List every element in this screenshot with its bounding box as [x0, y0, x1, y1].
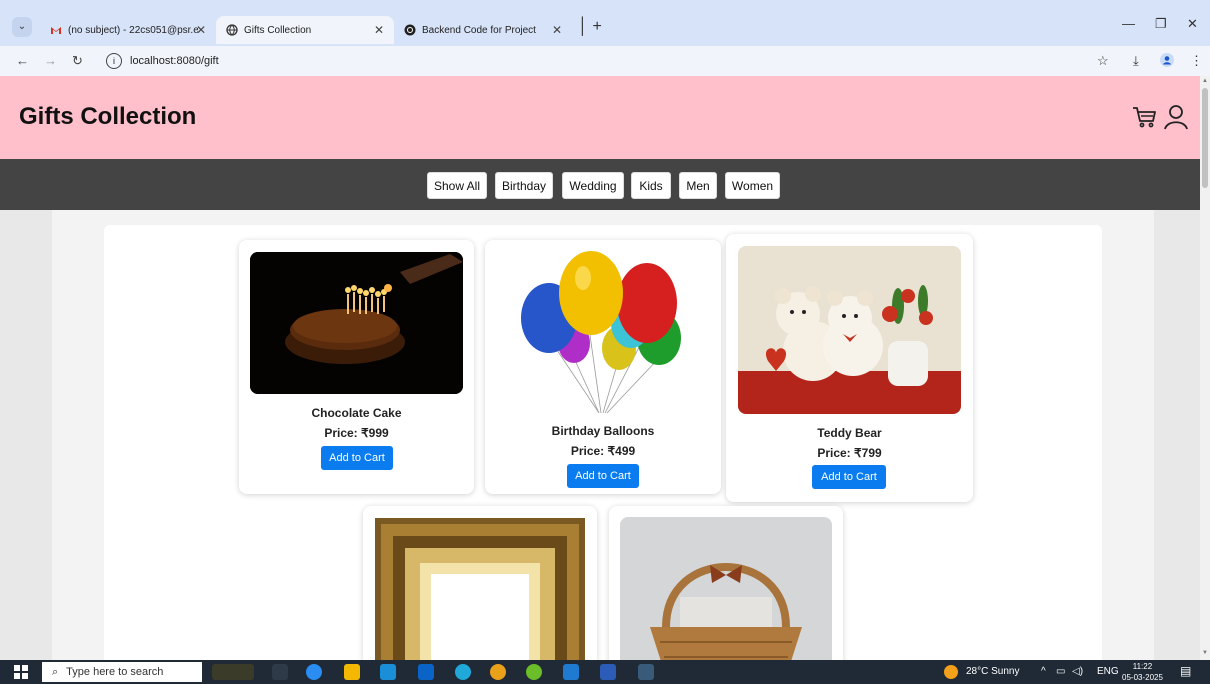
close-tab-icon[interactable]: ✕: [552, 23, 562, 37]
product-card: Birthday Balloons Price: ₹499 Add to Car…: [485, 240, 721, 494]
vscode-icon[interactable]: [563, 664, 579, 680]
product-name: Birthday Balloons: [551, 424, 655, 438]
new-tab-button[interactable]: │ +: [578, 18, 602, 36]
tray-chevron-icon[interactable]: ^: [1041, 666, 1046, 677]
category-women-button[interactable]: Women: [725, 172, 780, 199]
network-icon[interactable]: ▭: [1056, 666, 1065, 677]
teddy-bear-image: [738, 246, 961, 414]
product-card: Teddy Bear Price: ₹799 Add to Cart: [726, 234, 973, 502]
gmail-icon: [50, 24, 62, 36]
outlook-icon[interactable]: [418, 664, 434, 680]
category-birthday-button[interactable]: Birthday: [495, 172, 553, 199]
scroll-down-icon[interactable]: ▼: [1202, 650, 1208, 656]
forward-arrow-icon[interactable]: →: [44, 53, 57, 68]
back-arrow-icon[interactable]: ←: [16, 53, 29, 68]
close-tab-icon[interactable]: ✕: [374, 23, 384, 37]
globe-icon: [226, 24, 238, 36]
category-bar: Show All Birthday Wedding Kids Men Women: [0, 159, 1200, 210]
search-placeholder: Type here to search: [66, 666, 164, 678]
taskbar-search-box[interactable]: ⌕ Type here to search: [42, 662, 202, 682]
add-to-cart-button[interactable]: Add to Cart: [567, 464, 639, 488]
chocolate-cake-image: [250, 252, 463, 394]
product-price: Price: ₹499: [570, 444, 636, 458]
clock-date: 05-03-2025: [1122, 673, 1163, 682]
edge-icon[interactable]: [455, 664, 471, 680]
page-scrollbar[interactable]: ▲ ▼: [1200, 76, 1210, 660]
close-window-icon[interactable]: ✕: [1187, 16, 1198, 32]
site-info-icon[interactable]: i: [106, 53, 122, 69]
scrollbar-thumb[interactable]: [1202, 88, 1208, 188]
download-icon[interactable]: ⤓: [1133, 53, 1139, 69]
address-bar[interactable]: i localhost:8080/gift: [98, 49, 1098, 73]
add-to-cart-button[interactable]: Add to Cart: [321, 446, 393, 470]
restore-icon[interactable]: ❐: [1155, 16, 1167, 32]
product-price: Price: ₹999: [324, 426, 389, 440]
minimize-icon[interactable]: —: [1122, 16, 1135, 31]
chatgpt-icon: [404, 24, 416, 36]
tab-gifts-collection[interactable]: Gifts Collection ✕: [216, 16, 394, 44]
product-price: Price: ₹799: [817, 446, 882, 460]
product-card: Chocolate Cake Price: ₹999 Add to Cart: [239, 240, 474, 494]
browser-tab-strip: ⌄ (no subject) - 22cs051@psr.edu ✕ Gifts…: [0, 0, 1210, 46]
user-icon[interactable]: [1163, 104, 1189, 130]
add-to-cart-button[interactable]: Add to Cart: [812, 465, 886, 489]
site-title: Gifts Collection: [19, 103, 197, 130]
scroll-up-icon[interactable]: ▲: [1202, 78, 1208, 84]
product-name: Teddy Bear: [817, 426, 882, 440]
tab-gmail[interactable]: (no subject) - 22cs051@psr.edu ✕: [40, 16, 216, 44]
tab-backend-code[interactable]: Backend Code for Project ✕: [394, 16, 572, 44]
tab-label: Gifts Collection: [244, 24, 312, 36]
widgets-icon[interactable]: [212, 664, 254, 680]
category-wedding-button[interactable]: Wedding: [562, 172, 624, 199]
chrome-icon[interactable]: [490, 664, 506, 680]
store-icon[interactable]: [380, 664, 396, 680]
category-show-all-button[interactable]: Show All: [427, 172, 487, 199]
tab-label: (no subject) - 22cs051@psr.edu: [68, 24, 198, 36]
tab-label: Backend Code for Project: [422, 24, 536, 36]
weather-text[interactable]: 28°C Sunny: [966, 666, 1019, 677]
bookmark-star-icon[interactable]: ☆: [1097, 53, 1109, 69]
cart-icon[interactable]: [1132, 104, 1158, 130]
file-explorer-icon[interactable]: [344, 664, 360, 680]
copilot-icon[interactable]: [306, 664, 322, 680]
photo-frame-image: [375, 518, 585, 660]
browser-menu-icon[interactable]: ⋮: [1190, 53, 1203, 69]
page-viewport: Gifts Collection Show All Birthday Weddi…: [0, 76, 1200, 660]
close-tab-icon[interactable]: ✕: [196, 23, 206, 37]
clock[interactable]: 11:22 05-03-2025: [1122, 661, 1163, 683]
tab-search-button[interactable]: ⌄: [12, 17, 32, 37]
word-icon[interactable]: [600, 664, 616, 680]
search-icon: ⌕: [52, 665, 59, 678]
app-icon[interactable]: [526, 664, 542, 680]
windows-start-icon[interactable]: [14, 665, 28, 679]
category-men-button[interactable]: Men: [679, 172, 717, 199]
product-name: Chocolate Cake: [311, 406, 402, 420]
birthday-balloons-image: [509, 248, 697, 413]
reload-icon[interactable]: ↻: [72, 53, 83, 69]
notifications-icon[interactable]: ▤: [1180, 664, 1191, 678]
site-header: Gifts Collection: [0, 76, 1200, 159]
product-card: [363, 506, 597, 660]
volume-icon[interactable]: ◁): [1072, 666, 1083, 677]
url-text: localhost:8080/gift: [130, 55, 219, 67]
snipping-tool-icon[interactable]: [638, 664, 654, 680]
product-card: [609, 506, 843, 660]
windows-taskbar: ⌕ Type here to search 28°C Sunny ^ ▭ ◁) …: [0, 660, 1210, 684]
weather-icon[interactable]: [944, 665, 958, 679]
clock-time: 11:22: [1132, 662, 1153, 671]
language-indicator[interactable]: ENG: [1097, 666, 1119, 677]
category-kids-button[interactable]: Kids: [631, 172, 671, 199]
gift-basket-image: [620, 517, 832, 660]
browser-toolbar: ← → ↻ i localhost:8080/gift ☆ ⤓ ⋮: [0, 46, 1210, 76]
profile-icon[interactable]: [1160, 53, 1174, 70]
task-view-icon[interactable]: [272, 664, 288, 680]
